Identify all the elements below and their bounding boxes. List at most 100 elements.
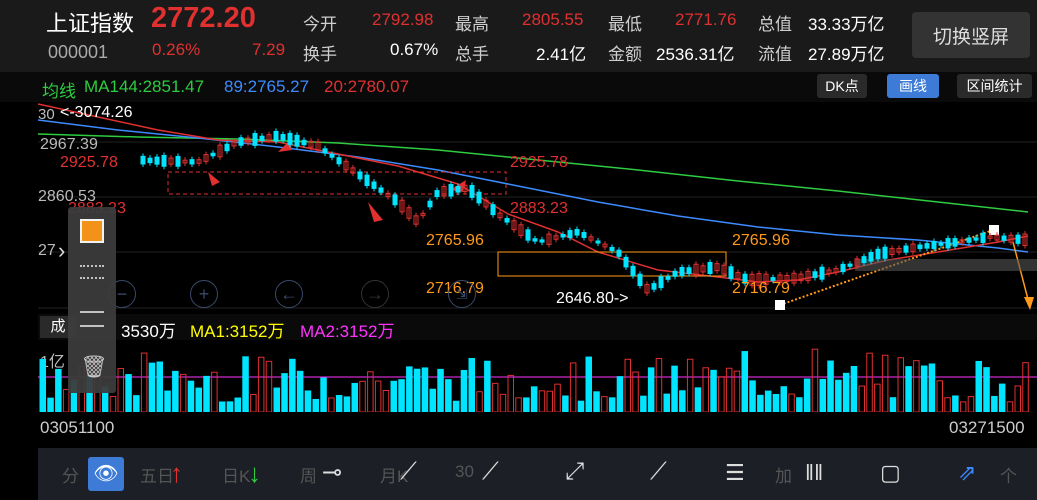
volume-value: 3530万 (121, 322, 176, 341)
candle-body (434, 190, 440, 197)
volume-bar (850, 366, 858, 413)
ma89-value: 89:2765.27 (224, 77, 310, 96)
volume-bar (585, 356, 592, 413)
pan-left-icon[interactable]: ← (275, 280, 303, 308)
segment-icon[interactable]: ⟋ (482, 458, 499, 486)
kline-chart[interactable]: 30 <-3074.26 2967.39 2860.53 27 2646.80-… (37, 102, 1037, 312)
interval-stats-button[interactable]: 区间统计 (957, 74, 1032, 98)
candle-body (560, 233, 566, 238)
eye-icon[interactable]: 👁 (88, 457, 124, 491)
volume-bar (998, 383, 1006, 413)
volume-bar (671, 365, 678, 413)
tab-day-k[interactable]: 日K (222, 462, 250, 487)
volume-bar (928, 363, 936, 413)
candle-body (980, 232, 986, 243)
candle-body (427, 200, 433, 208)
arrow-down-icon[interactable]: ↓ (248, 458, 261, 489)
trend-handle-start[interactable] (775, 300, 785, 310)
gann-icon[interactable]: ☰ (725, 460, 745, 486)
candle-body (868, 252, 874, 262)
candle-body (448, 183, 454, 197)
volume-bar (796, 397, 803, 413)
trash-icon[interactable]: 🗑 (80, 355, 108, 379)
volume-bar (757, 394, 764, 413)
volume-bar (491, 382, 499, 413)
volume-bar (437, 368, 444, 413)
volume-bar (710, 369, 717, 413)
volume-bar (538, 390, 546, 413)
tab-individual[interactable]: 个 (1000, 462, 1017, 487)
line-width-icon[interactable] (80, 311, 104, 327)
volume-bar (1014, 385, 1021, 413)
volume-bar (335, 395, 343, 413)
candle-body (175, 155, 181, 167)
channel-icon[interactable]: ⤢ (565, 458, 584, 486)
index-code: 000001 (48, 42, 109, 62)
arrow-up-icon[interactable]: ↑ (170, 458, 183, 489)
candle-body (875, 248, 881, 260)
candle-body (595, 240, 601, 244)
color-swatch[interactable] (80, 219, 104, 243)
candle-body (917, 244, 923, 250)
zoom-in-icon[interactable]: + (190, 280, 218, 308)
switch-portrait-button[interactable]: 切换竖屏 (912, 12, 1030, 58)
volume-bar (125, 374, 132, 413)
volume-bar (218, 401, 226, 413)
candle-body (728, 266, 734, 279)
volume-bar (172, 370, 179, 413)
rectangle-icon[interactable]: ▢ (880, 460, 901, 486)
candle-body (581, 232, 587, 238)
candle-body (966, 237, 972, 243)
volume-bar (601, 396, 608, 413)
chevron-right-icon[interactable]: › (58, 238, 65, 264)
quote-header: 上证指数 2772.20 000001 0.26% 7.29 今开 2792.9… (0, 0, 1037, 72)
volume-bar (234, 397, 241, 413)
date-end: 03271500 (949, 418, 1025, 437)
candle-body (672, 270, 678, 277)
horizontal-line-icon[interactable]: ⊸ (322, 458, 342, 487)
ma-label: 均线 (42, 82, 76, 101)
volume-bar (257, 356, 265, 413)
tab-add[interactable]: 加 (775, 462, 792, 487)
fibonacci-icon[interactable]: ‖‖ (805, 460, 823, 486)
tab-30[interactable]: 30 (455, 462, 474, 482)
pan-right-icon[interactable]: → (361, 280, 389, 308)
reset-icon[interactable]: ⇲ (448, 280, 476, 308)
volume-bar (460, 369, 468, 413)
volume-bar (991, 395, 998, 413)
volume-bar (413, 368, 421, 413)
volume-bar (647, 367, 655, 413)
tab-five-day[interactable]: 五日 (140, 462, 174, 487)
candle-body (840, 263, 846, 273)
candle-body (210, 152, 216, 157)
candle-body (154, 156, 160, 165)
highlight-band (855, 259, 1037, 271)
ray-line-icon[interactable]: ⟋ (400, 458, 417, 486)
candle-body (903, 245, 909, 253)
candle-body (252, 133, 258, 146)
candle-body (371, 181, 377, 189)
volume-bar (195, 387, 202, 413)
level-2883-right: 2883.23 (510, 200, 568, 217)
volume-bar (390, 380, 397, 413)
candle-body (490, 204, 496, 216)
level-2765-left: 2765.96 (426, 232, 484, 249)
volume-bar (640, 395, 647, 413)
tab-minute[interactable]: 分 (62, 462, 79, 487)
candle-body (938, 242, 944, 246)
candle-body (329, 153, 335, 158)
volume-legend-bar: 成 3530万 MA1:3152万 MA2:3152万 (38, 314, 1037, 341)
total-hands-value: 2.41亿 (536, 45, 587, 64)
volume-bar (140, 352, 148, 413)
volume-bar (523, 397, 530, 413)
volume-bar (624, 358, 631, 413)
dk-point-button[interactable]: DK点 (817, 74, 867, 98)
trend-line-icon[interactable]: ⟋ (650, 458, 667, 486)
candle-body (812, 271, 818, 278)
draw-line-button[interactable]: 画线 (887, 74, 939, 98)
ma-legend-bar: 均线 MA144:2851.47 89:2765.27 20:2780.07 (0, 72, 1037, 102)
volume-bar (312, 398, 319, 413)
share-icon[interactable]: ⇗ (958, 460, 976, 486)
line-style-icon[interactable] (80, 265, 104, 279)
tab-week[interactable]: 周 (300, 462, 317, 487)
